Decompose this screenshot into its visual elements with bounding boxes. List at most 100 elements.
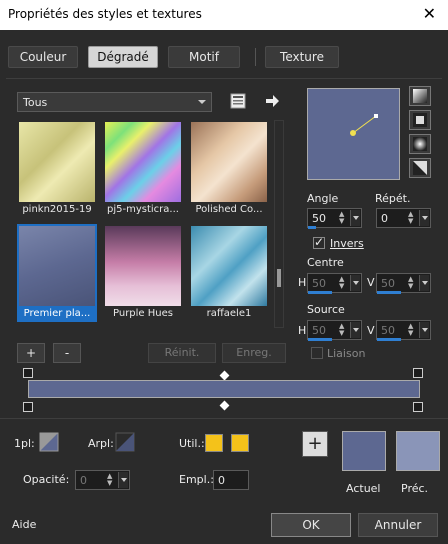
ok-button[interactable]: OK [271, 513, 351, 537]
dropdown-value: Tous [23, 96, 48, 109]
spin-arrows-icon[interactable]: ▲ ▼ [408, 276, 418, 290]
tab-motif[interactable]: Motif [168, 46, 240, 68]
tab-bar: Couleur Dégradé Motif Texture [0, 38, 448, 78]
gradient-item-2[interactable]: pj5-mysticra... [103, 120, 183, 218]
style-linear-button[interactable] [409, 86, 431, 106]
style-rectangular-button[interactable] [409, 110, 431, 130]
tab-texture[interactable]: Texture [265, 46, 339, 68]
source-label: Source [307, 303, 345, 316]
opacity-input[interactable]: 0 ▲ ▼ [75, 470, 130, 490]
remove-gradient-button[interactable]: - [53, 343, 81, 363]
end-opacity-stop[interactable] [413, 402, 423, 412]
center-h-label: H [298, 276, 307, 289]
footer: Aide OK Annuler [0, 508, 448, 544]
current-color-sample[interactable] [342, 431, 386, 471]
dropdown-arrow-icon[interactable] [118, 472, 128, 488]
dropdown-arrow-icon[interactable] [419, 275, 429, 291]
center-h-input[interactable]: 50 ▲ ▼ [307, 273, 362, 293]
divider [0, 418, 448, 419]
style-radial-button[interactable] [409, 134, 431, 154]
spin-arrows-icon[interactable]: ▲ ▼ [339, 276, 349, 290]
resources-icon[interactable] [228, 91, 248, 111]
gradient-preview[interactable] [307, 88, 400, 180]
gradient-swatch [19, 226, 95, 306]
reset-button[interactable]: Réinit. [148, 343, 216, 363]
gradient-label: Polished Co... [195, 204, 263, 215]
spin-arrows-icon[interactable]: ▲ ▼ [408, 211, 418, 225]
tab-couleur[interactable]: Couleur [8, 46, 78, 68]
dropdown-arrow-icon[interactable] [419, 210, 429, 226]
foreground-stop-icon[interactable] [39, 432, 59, 452]
link-checkbox[interactable] [311, 347, 323, 359]
background-stop-icon[interactable] [115, 432, 135, 452]
source-v-slider[interactable] [377, 338, 401, 341]
dropdown-arrow-icon[interactable] [350, 322, 360, 338]
gradient-item-6[interactable]: raffaele1 [189, 224, 269, 322]
tab-separator [255, 48, 256, 66]
gradient-label: Premier pla... [23, 308, 91, 319]
spin-arrows-icon[interactable]: ▲ ▼ [107, 473, 117, 487]
gradient-item-1[interactable]: pinkn2015-19 [17, 120, 97, 218]
gradient-item-3[interactable]: Polished Co... [189, 120, 269, 218]
center-v-slider[interactable] [377, 291, 401, 294]
gradient-list-scrollbar[interactable] [274, 120, 284, 328]
invert-checkbox[interactable] [313, 235, 325, 249]
location-input[interactable]: 0 [213, 470, 249, 490]
end-color-stop[interactable] [413, 368, 423, 378]
opacity-value: 0 [80, 474, 87, 487]
angle-value: 50 [312, 212, 326, 225]
dropdown-arrow-icon[interactable] [419, 322, 429, 338]
spin-arrows-icon[interactable]: ▲ ▼ [408, 323, 418, 337]
current-label: Actuel [346, 482, 381, 495]
user-color-label: Util.: [179, 437, 205, 450]
close-icon[interactable]: ✕ [423, 4, 436, 23]
gradient-category-dropdown[interactable]: Tous [17, 92, 212, 112]
window-title: Propriétés des styles et textures [8, 7, 202, 21]
gradient-swatch [105, 122, 181, 202]
spin-arrows-icon[interactable]: ▲ ▼ [339, 323, 349, 337]
angle-label: Angle [307, 192, 339, 205]
start-opacity-stop[interactable] [23, 402, 33, 412]
angle-slider[interactable] [308, 226, 316, 229]
gradient-editor-bar[interactable] [28, 380, 420, 398]
repeat-input[interactable]: 0 ▲ ▼ [376, 208, 431, 228]
source-h-label: H [298, 324, 307, 337]
add-gradient-button[interactable]: + [17, 343, 45, 363]
background-stop-label: Arpl: [88, 437, 114, 450]
center-h-slider[interactable] [308, 291, 332, 294]
arrow-right-icon[interactable] [262, 91, 282, 111]
previous-color-sample[interactable] [396, 431, 440, 471]
chevron-down-icon [198, 100, 206, 104]
user-color-swatch[interactable] [205, 434, 223, 452]
dropdown-arrow-icon[interactable] [350, 210, 360, 226]
gradient-item-5[interactable]: Purple Hues [103, 224, 183, 322]
center-v-input[interactable]: 50 ▲ ▼ [376, 273, 431, 293]
style-sunburst-button[interactable] [409, 158, 431, 178]
source-v-value: 50 [381, 324, 395, 337]
gradient-item-4[interactable]: Premier pla... [17, 224, 97, 322]
cancel-button[interactable]: Annuler [358, 513, 438, 537]
gradient-label: Purple Hues [113, 308, 173, 319]
spin-arrows-icon[interactable]: ▲ ▼ [339, 211, 349, 225]
help-link[interactable]: Aide [12, 518, 36, 531]
repeat-label: Répét. [375, 192, 411, 205]
add-swatch-button[interactable]: + [302, 431, 328, 457]
user-color-swatch-2[interactable] [231, 434, 249, 452]
scrollbar-thumb[interactable] [277, 269, 281, 287]
source-h-slider[interactable] [308, 338, 332, 341]
dropdown-arrow-icon[interactable] [350, 275, 360, 291]
gradient-label: pj5-mysticra... [107, 204, 179, 215]
previous-label: Préc. [401, 482, 429, 495]
title-bar: Propriétés des styles et textures ✕ [0, 0, 448, 30]
center-h-value: 50 [312, 277, 326, 290]
source-h-input[interactable]: 50 ▲ ▼ [307, 320, 362, 340]
opacity-label: Opacité: [23, 473, 70, 486]
save-button[interactable]: Enreg. [222, 343, 286, 363]
start-color-stop[interactable] [23, 368, 33, 378]
tab-degrade[interactable]: Dégradé [88, 46, 158, 68]
angle-input[interactable]: 50 ▲ ▼ [307, 208, 362, 228]
foreground-stop-label: 1pl: [14, 437, 35, 450]
styles-textures-dialog: Propriétés des styles et textures ✕ Coul… [0, 0, 448, 544]
link-label: Liaison [327, 347, 366, 360]
source-v-input[interactable]: 50 ▲ ▼ [376, 320, 431, 340]
